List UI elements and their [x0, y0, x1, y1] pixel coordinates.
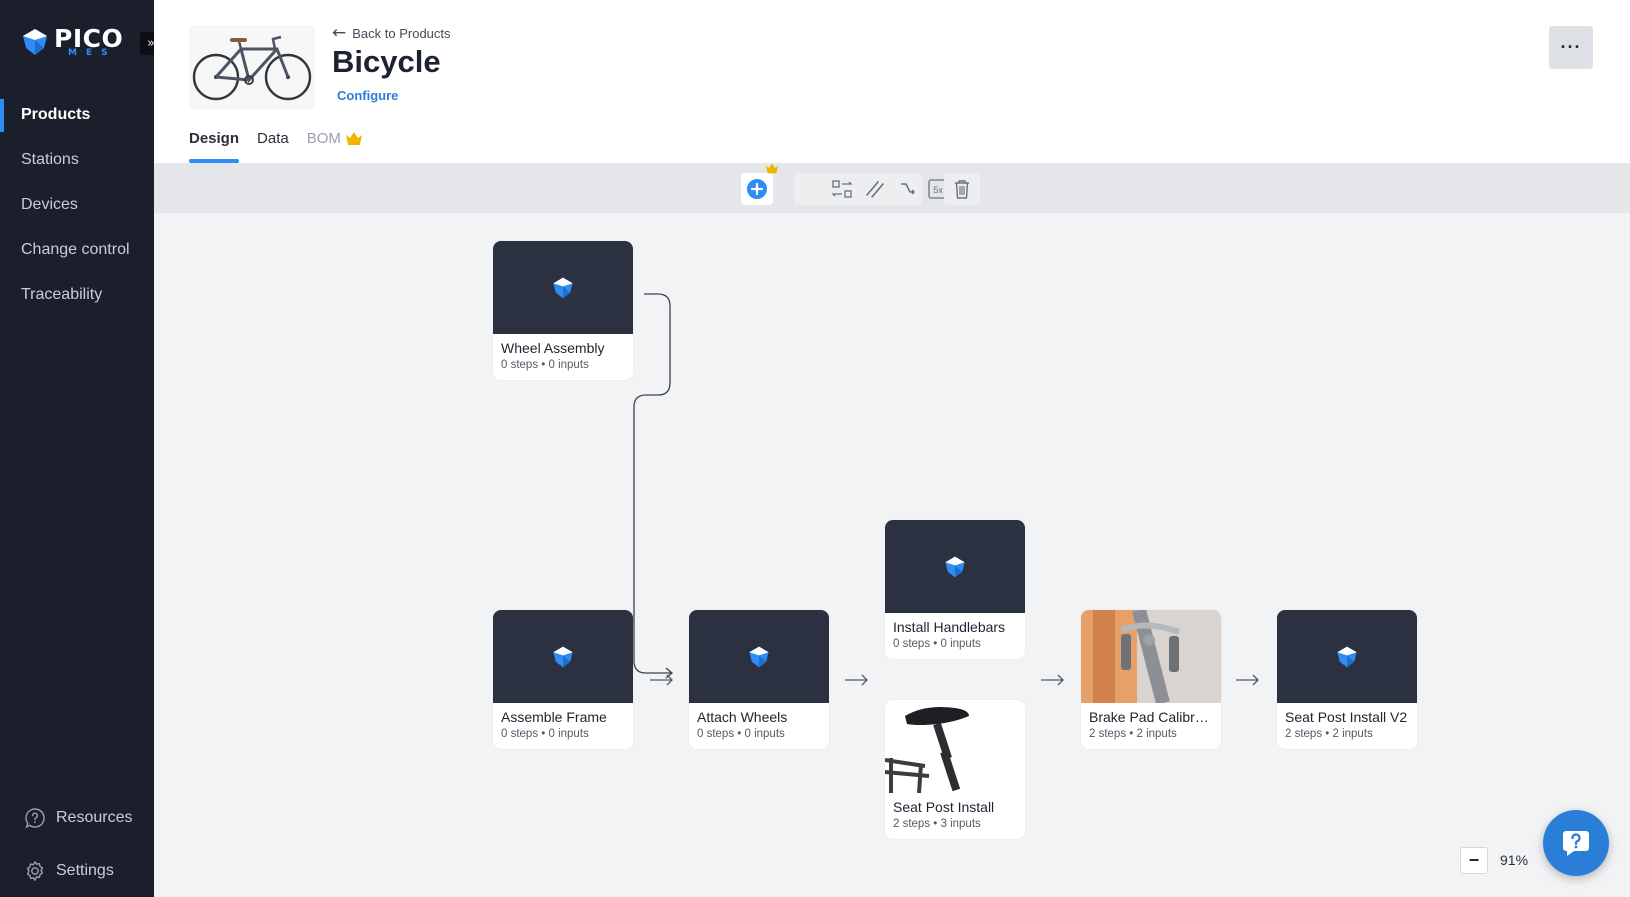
node-meta: 2 steps • 2 inputs	[1089, 728, 1177, 740]
sidebar-item-label: Traceability	[21, 285, 103, 303]
pico-logo-icon	[23, 29, 47, 55]
node-meta: 0 steps • 0 inputs	[697, 728, 785, 740]
node-install-handlebars[interactable]: Install Handlebars 0 steps • 0 inputs	[885, 520, 1025, 659]
sidebar-item-label: Resources	[56, 808, 133, 826]
node-title: Seat Post Install V2	[1285, 709, 1408, 725]
sidebar-item-label: Devices	[21, 195, 78, 213]
node-image	[1081, 610, 1221, 703]
node-title: Attach Wheels	[697, 709, 788, 725]
help-chat-button[interactable]	[1543, 810, 1609, 876]
sidebar-item-label: Settings	[56, 861, 114, 879]
parallel-icon	[866, 181, 884, 198]
add-node-icon	[747, 179, 767, 199]
zoom-out-button[interactable]: −	[1460, 847, 1488, 874]
design-toolbar: 5x	[154, 163, 1630, 213]
logo[interactable]: PICO MES	[20, 26, 123, 58]
node-wheel-assembly[interactable]: Wheel Assembly 0 steps • 0 inputs	[493, 241, 633, 380]
zoom-level: 91%	[1500, 852, 1529, 868]
back-to-products-link[interactable]: ← Back to Products	[332, 23, 451, 43]
sidebar-item-traceability[interactable]: Traceability	[0, 272, 154, 317]
node-image	[885, 520, 1025, 613]
node-image	[885, 700, 1025, 793]
tab-label: Data	[257, 130, 289, 147]
pico-logo-icon	[1337, 646, 1357, 667]
node-brake-pad-calibration[interactable]: Brake Pad Calibra... 2 steps • 2 inputs	[1081, 610, 1221, 749]
node-meta: 0 steps • 0 inputs	[501, 728, 589, 740]
pico-logo-icon	[553, 646, 573, 667]
swap-button[interactable]	[826, 173, 858, 205]
multiply-label: 5x	[933, 185, 943, 195]
node-image	[493, 241, 633, 334]
back-link-label: Back to Products	[352, 25, 451, 41]
tab-data[interactable]: Data	[257, 124, 289, 163]
pico-logo-icon	[553, 277, 573, 298]
arrow-left-icon: ←	[332, 23, 347, 43]
sidebar-item-products[interactable]: Products	[0, 92, 154, 137]
trash-icon	[955, 180, 969, 199]
connector-button[interactable]	[891, 173, 923, 205]
node-meta: 0 steps • 0 inputs	[501, 359, 589, 371]
gear-icon	[26, 860, 44, 881]
product-tabs: Design Data BOM	[189, 124, 381, 163]
product-image[interactable]	[189, 25, 315, 109]
pico-logo-icon	[749, 646, 769, 667]
node-title: Brake Pad Calibra...	[1089, 709, 1215, 725]
node-meta: 2 steps • 3 inputs	[893, 818, 981, 830]
sidebar-item-devices[interactable]: Devices	[0, 182, 154, 227]
sidebar-footer: Resources Settings	[0, 791, 154, 897]
tab-label: BOM	[306, 130, 341, 147]
brake-photo	[1081, 610, 1221, 703]
node-title: Install Handlebars	[893, 619, 1006, 635]
product-header: ← Back to Products Bicycle Configure Des…	[154, 0, 1630, 163]
node-meta: 2 steps • 2 inputs	[1285, 728, 1373, 740]
crown-icon	[765, 161, 779, 179]
delete-button[interactable]	[946, 173, 978, 205]
node-seat-post-install[interactable]: Seat Post Install 2 steps • 3 inputs	[885, 700, 1025, 839]
more-options-button[interactable]: ···	[1549, 26, 1593, 69]
tab-bom[interactable]: BOM	[307, 124, 363, 163]
page-title: Bicycle	[332, 44, 441, 79]
tab-design[interactable]: Design	[189, 124, 240, 163]
node-attach-wheels[interactable]: Attach Wheels 0 steps • 0 inputs	[689, 610, 829, 749]
connector-icon	[901, 183, 915, 195]
help-chat-icon	[1563, 831, 1589, 856]
sidebar-nav: Products Stations Devices Change control…	[0, 92, 154, 317]
sidebar-item-stations[interactable]: Stations	[0, 137, 154, 182]
minus-icon: −	[1468, 850, 1480, 870]
node-assemble-frame[interactable]: Assemble Frame 0 steps • 0 inputs	[493, 610, 633, 749]
node-image	[493, 610, 633, 703]
crown-icon	[345, 130, 363, 150]
swap-icon	[831, 180, 853, 198]
node-meta: 0 steps • 0 inputs	[893, 638, 981, 650]
node-title: Seat Post Install	[893, 799, 995, 815]
ellipsis-icon: ···	[1560, 37, 1582, 57]
node-image	[1277, 610, 1417, 703]
question-bubble-icon	[25, 807, 45, 828]
node-title: Assemble Frame	[501, 709, 607, 725]
tab-label: Design	[189, 130, 240, 147]
design-canvas[interactable]: Wheel Assembly 0 steps • 0 inputs Assemb…	[154, 213, 1630, 897]
parallel-button[interactable]	[859, 173, 891, 205]
sidebar-item-label: Stations	[21, 150, 79, 168]
node-seat-post-install-v2[interactable]: Seat Post Install V2 2 steps • 2 inputs	[1277, 610, 1417, 749]
sidebar-item-change-control[interactable]: Change control	[0, 227, 154, 272]
configure-link[interactable]: Configure	[337, 88, 398, 103]
bicycle-illustration	[192, 35, 312, 101]
node-image	[689, 610, 829, 703]
bike-seat-photo	[885, 707, 969, 793]
pico-logo-icon	[945, 556, 965, 577]
sidebar-item-label: Change control	[21, 240, 130, 258]
node-title: Wheel Assembly	[501, 340, 605, 356]
sidebar-item-settings[interactable]: Settings	[0, 844, 154, 897]
sidebar: PICO MES » Products Stations Devices Cha…	[0, 0, 162, 897]
sidebar-item-label: Products	[21, 105, 91, 123]
sidebar-item-resources[interactable]: Resources	[0, 791, 154, 844]
